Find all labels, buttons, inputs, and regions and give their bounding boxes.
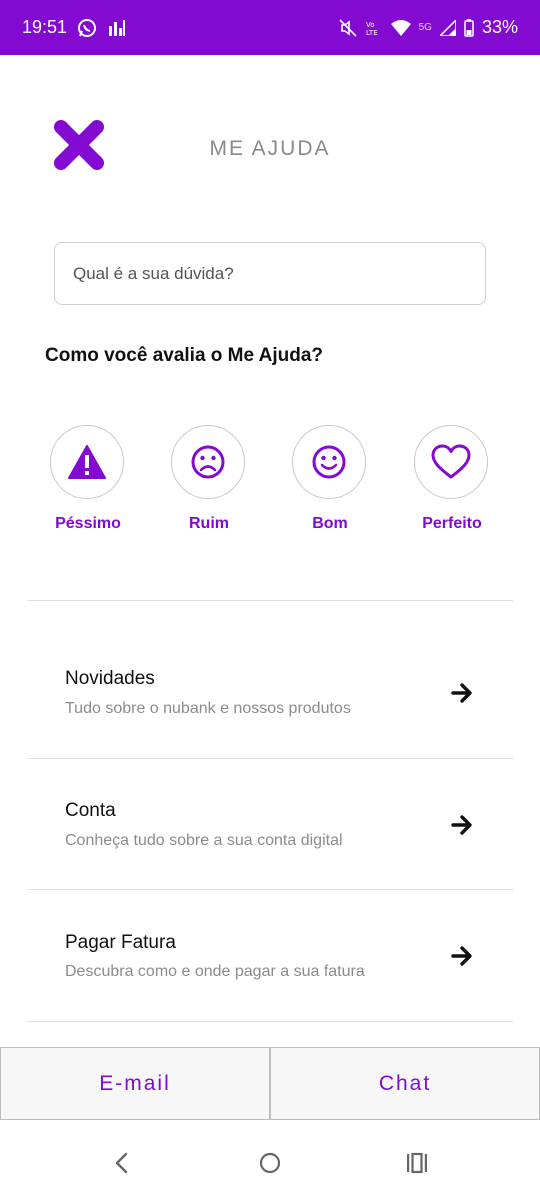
wifi-icon xyxy=(390,19,411,37)
status-bar: 19:51 Vo LTE 5G 33% xyxy=(0,0,540,55)
menu-subtitle: Tudo sobre o nubank e nossos produtos xyxy=(65,700,351,717)
smile-face-icon xyxy=(312,445,346,479)
home-icon[interactable] xyxy=(258,1151,282,1175)
battery-level: 33% xyxy=(481,17,518,37)
rating-circle xyxy=(50,425,124,499)
navigation-bar xyxy=(0,1133,540,1194)
menu-item-novidades[interactable]: Novidades Tudo sobre o nubank e nossos p… xyxy=(27,628,513,758)
recents-icon[interactable] xyxy=(405,1151,429,1175)
page-title: ME AJUDA xyxy=(209,137,331,160)
rating-label: Péssimo xyxy=(55,515,121,532)
rating-question: Como você avalia o Me Ajuda? xyxy=(45,345,324,366)
mute-icon xyxy=(339,18,357,37)
chat-button[interactable]: Chat xyxy=(270,1047,540,1120)
menu-subtitle: Conheça tudo sobre a sua conta digital xyxy=(65,832,343,849)
rating-circle xyxy=(171,425,245,499)
rating-circle xyxy=(414,425,488,499)
heart-icon xyxy=(431,444,471,479)
rating-label: Ruim xyxy=(189,515,229,532)
rating-option-ruim[interactable]: Ruim xyxy=(159,425,259,545)
divider xyxy=(27,600,513,601)
battery-icon xyxy=(464,18,474,37)
menu-title: Novidades xyxy=(65,668,155,689)
menu-title: Pagar Fatura xyxy=(65,932,176,953)
menu-item-pagar-fatura[interactable]: Pagar Fatura Descubra como e onde pagar … xyxy=(27,890,513,1020)
warning-icon xyxy=(68,445,106,479)
arrow-right-icon xyxy=(451,683,472,703)
divider xyxy=(27,1021,513,1022)
back-icon[interactable] xyxy=(112,1151,132,1175)
menu-subtitle: Descubra como e onde pagar a sua fatura xyxy=(65,963,365,980)
rating-option-perfeito[interactable]: Perfeito xyxy=(402,425,502,545)
svg-text:LTE: LTE xyxy=(366,29,378,37)
rating-option-bom[interactable]: Bom xyxy=(280,425,380,545)
signal-bars-icon xyxy=(107,18,127,38)
search-input[interactable] xyxy=(54,242,486,305)
email-button[interactable]: E-mail xyxy=(0,1047,270,1120)
rating-label: Bom xyxy=(312,515,348,532)
volte-icon: Vo LTE xyxy=(365,19,383,37)
cell-signal-icon xyxy=(439,19,456,36)
menu-title: Conta xyxy=(65,800,116,821)
rating-label: Perfeito xyxy=(422,515,482,532)
network-type: 5G xyxy=(418,22,432,33)
status-left: 19:51 xyxy=(22,17,127,38)
arrow-right-icon xyxy=(451,946,472,966)
menu-item-conta[interactable]: Conta Conheça tudo sobre a sua conta dig… xyxy=(27,759,513,889)
arrow-right-icon xyxy=(451,815,472,835)
rating-circle xyxy=(292,425,366,499)
svg-text:Vo: Vo xyxy=(366,21,375,29)
sad-face-icon xyxy=(191,445,225,479)
rating-option-pessimo[interactable]: Péssimo xyxy=(38,425,138,545)
status-right: Vo LTE 5G 33% xyxy=(339,17,518,38)
whatsapp-icon xyxy=(77,18,97,38)
status-time: 19:51 xyxy=(22,17,68,37)
